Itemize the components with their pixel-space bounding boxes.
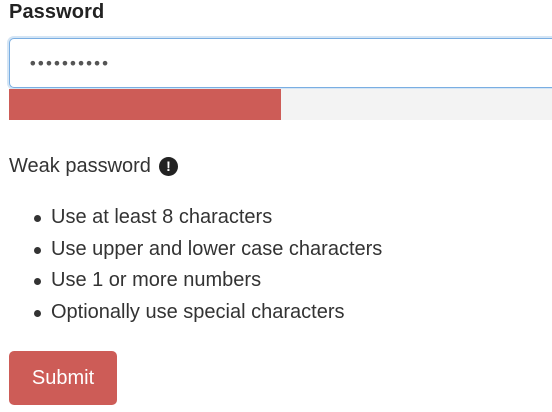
password-strength-meter bbox=[9, 89, 552, 120]
strength-status-text: Weak password bbox=[9, 155, 151, 177]
password-requirements: Use at least 8 characters Use upper and … bbox=[29, 204, 382, 330]
password-strength-fill bbox=[9, 89, 281, 120]
password-label: Password bbox=[9, 1, 105, 23]
requirement-item: Optionally use special characters bbox=[29, 299, 382, 331]
requirement-item: Use upper and lower case characters bbox=[29, 236, 382, 268]
requirement-item: Use 1 or more numbers bbox=[29, 267, 382, 299]
requirement-item: Use at least 8 characters bbox=[29, 204, 382, 236]
submit-button[interactable]: Submit bbox=[9, 351, 117, 405]
strength-status: Weak password ! bbox=[9, 155, 178, 178]
exclamation-circle-icon: ! bbox=[158, 157, 178, 176]
password-form: Password Weak password ! Use at least 8 … bbox=[0, 0, 552, 412]
password-input[interactable] bbox=[9, 38, 552, 88]
